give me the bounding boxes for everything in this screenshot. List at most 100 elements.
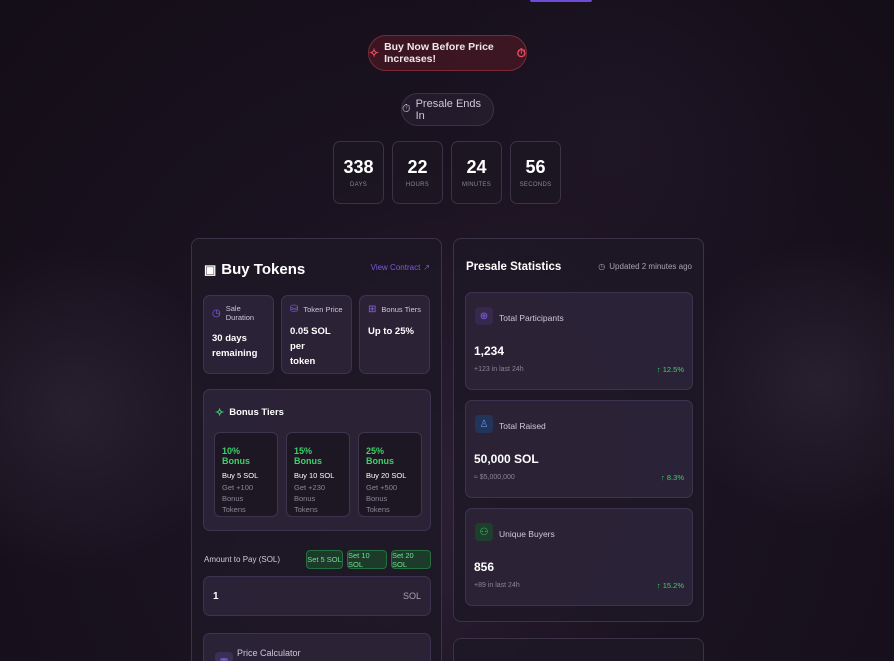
amount-unit: SOL [402,591,421,601]
tier-get: Get +100 Bonus Tokens [222,483,270,516]
stat-change-value: 8.3% [666,473,684,482]
stat-total-raised: ♙ Total Raised 50,000 SOL ≈ $5,000,000 ↑… [465,400,693,498]
globe-icon: ⊕ [475,307,493,325]
bonus-tiers-title: Bonus Tiers [229,407,284,418]
buy-tokens-card: ▣ Buy Tokens View Contract ↗ ◷ Sale Durat… [191,238,442,661]
info-label: Sale Duration [225,304,255,322]
tier-percent: 25% Bonus [366,446,394,466]
buy-tokens-title: ▣ Buy Tokens [204,261,305,278]
stats-title: Presale Statistics [466,261,562,273]
countdown-value: 56 [525,157,546,177]
bonus-tier-10[interactable]: 10% Bonus Buy 5 SOL Get +100 Bonus Tokens [214,432,278,517]
urgency-banner: ✧ Buy Now Before Price Increases! ⏱ [368,35,527,71]
countdown-timer: 338 DAYS 22 HOURS 24 MINUTES 56 SECONDS [333,141,561,204]
countdown-value: 338 [343,157,374,177]
chevron-down-icon: ⌄ [410,656,418,661]
tier-get-line: Get +500 Bonus [366,483,398,503]
bonus-tier-15[interactable]: 15% Bonus Buy 10 SOL Get +230 Bonus Token… [286,432,350,517]
stat-value: 1,234 [474,344,505,358]
countdown-unit: MINUTES [461,182,492,188]
urgency-text: Buy Now Before Price Increases! [384,41,494,65]
stat-sub: +123 in last 24h [474,366,524,373]
tier-get: Get +500 Bonus Tokens [366,483,414,516]
set-5-sol-button[interactable]: Set 5 SOL [306,550,343,569]
info-label: Token Price [303,305,343,314]
amount-label: Amount to Pay (SOL) [204,555,281,564]
trophy-icon: ♙ [475,415,493,433]
tier-get-line: Get +230 Bonus [294,483,326,503]
countdown-unit: HOURS [405,182,430,188]
clock-icon: ◷ [212,307,221,319]
info-value: Up to 25% [368,326,414,337]
timer-icon: ⏱ [516,45,526,60]
stat-change: ↑ 12.5% [657,365,684,374]
stat-total-participants: ⊕ Total Participants 1,234 +123 in last … [465,292,693,390]
secondary-card [453,638,704,661]
stat-sub: +89 in last 24h [474,582,520,589]
updated-time: ◷ Updated 2 minutes ago [598,262,692,271]
tier-percent: 10% Bonus [222,446,250,466]
stat-value: 856 [474,560,495,574]
info-value: 0.05 SOL per [290,326,331,353]
info-value: 30 days [212,333,247,344]
countdown-minutes: 24 MINUTES [451,141,502,204]
calculator-icon: ▦ [215,652,233,661]
price-calculator-label: Price Calculator [237,648,301,658]
wallet-icon: ▣ [204,261,217,277]
tier-buy: Buy 10 SOL [294,471,335,480]
clock-icon: ◷ [598,262,606,271]
tier-get-line: Tokens [222,504,246,514]
view-contract-link[interactable]: View Contract ↗ [371,263,430,272]
set-10-sol-button[interactable]: Set 10 SOL [347,550,387,569]
tier-get: Get +230 Bonus Tokens [294,483,342,516]
countdown-unit: SECONDS [519,182,552,188]
stat-change: ↑ 15.2% [657,581,684,590]
view-contract-label: View Contract [370,263,421,272]
stat-change-value: 15.2% [662,581,684,590]
stat-label: Total Raised [499,421,546,431]
set-20-sol-button[interactable]: Set 20 SOL [391,550,431,569]
updated-text: Updated 2 minutes ago [609,262,692,271]
amount-input[interactable]: 1 SOL [203,576,431,616]
tier-percent: 15% Bonus [294,446,322,466]
users-icon: ⚇ [475,523,493,541]
info-token-price: ⛁ Token Price 0.05 SOL per token [281,295,352,374]
countdown-days: 338 DAYS [333,141,384,204]
stat-change: ↑ 8.3% [661,473,684,482]
stat-unique-buyers: ⚇ Unique Buyers 856 +89 in last 24h ↑ 15… [465,508,693,606]
countdown-hours: 22 HOURS [392,141,443,204]
countdown-unit: DAYS [349,182,368,188]
info-label: Bonus Tiers [381,305,421,314]
tier-get-line: Get +100 Bonus [222,483,254,503]
external-link-icon: ↗ [423,263,430,272]
info-bonus-tiers: ⊞ Bonus Tiers Up to 25% [359,295,430,374]
top-nav-stub[interactable] [530,0,592,2]
countdown-value: 22 [407,157,428,177]
gift-icon: ⊞ [368,304,377,315]
stat-label: Total Participants [499,313,564,323]
sparkle-icon: ✧ [215,407,225,419]
tier-buy: Buy 20 SOL [366,471,407,480]
presale-ends-text: Presale Ends In [415,97,482,122]
tier-buy: Buy 5 SOL [222,471,259,480]
coins-icon: ⛁ [290,304,299,315]
info-value: remaining [212,348,258,360]
stat-value: 50,000 SOL [474,452,539,466]
stat-label: Unique Buyers [499,529,555,539]
bonus-tier-25[interactable]: 25% Bonus Buy 20 SOL Get +500 Bonus Token… [358,432,422,517]
countdown-seconds: 56 SECONDS [510,141,561,204]
price-calculator-toggle[interactable]: ▦ Price Calculator ⌄ [203,633,431,661]
bonus-tiers-panel: ✧ Bonus Tiers 10% Bonus Buy 5 SOL Get +1… [203,389,431,531]
stat-change-value: 12.5% [662,365,684,374]
tier-get-line: Tokens [294,504,318,514]
stat-sub: ≈ $5,000,000 [474,474,515,481]
sparkle-icon: ✧ [369,46,380,60]
countdown-value: 24 [466,157,487,177]
info-value: token [290,356,316,368]
presale-statistics-card: Presale Statistics ◷ Updated 2 minutes a… [453,238,704,622]
tier-get-line: Tokens [366,504,390,514]
amount-value: 1 [213,590,219,602]
info-sale-duration: ◷ Sale Duration 30 days remaining [203,295,274,374]
buy-tokens-title-text: Buy Tokens [221,261,306,278]
timer-icon: ⏱ [402,103,411,115]
